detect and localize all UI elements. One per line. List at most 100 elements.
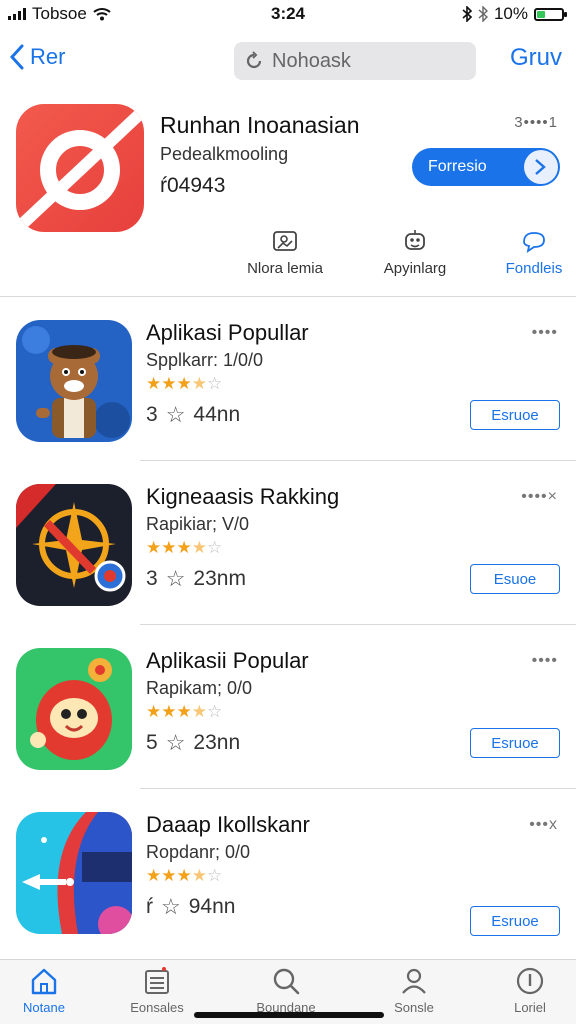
status-right: 10% (462, 4, 567, 24)
app-size: 44nn (193, 403, 241, 426)
tab-label: Eonsales (130, 1000, 184, 1015)
battery-percent: 10% (493, 4, 528, 23)
bear-character-icon (16, 320, 132, 442)
app-name: Aplikasi Popullar (146, 320, 309, 345)
tab-label: Notane (23, 1000, 65, 1015)
app-name: Aplikasii Popular (146, 648, 309, 673)
list-item[interactable]: Kigneaasis Rakking Rapikiar; V/0 ★★★★☆ 3… (0, 484, 576, 624)
more-icon[interactable]: ••••× (521, 488, 558, 506)
home-indicator (194, 1012, 384, 1018)
app-size: 23nn (193, 731, 241, 754)
back-button[interactable]: Rer (10, 44, 65, 70)
action-chat[interactable]: Fondleis (492, 228, 576, 277)
photo-icon (273, 231, 297, 251)
action-photos[interactable]: Nlora lemia (230, 228, 340, 277)
share-button[interactable]: Gruv (510, 44, 562, 72)
star-rating: ★★★★☆ (146, 538, 223, 557)
featured-app-title: Runhan Inoanasian (160, 112, 360, 138)
tab-search[interactable]: Boundane (236, 966, 336, 1015)
app-meta: 3 ☆ 44nn (146, 402, 240, 428)
featured-app-icon[interactable] (16, 104, 144, 232)
app-subtitle: Ropdanr; 0/0 (146, 842, 251, 862)
tab-profile[interactable]: Sonsle (364, 966, 464, 1015)
search-icon (273, 968, 300, 995)
star-outline-icon: ☆ (165, 566, 186, 591)
app-meta: 5 ☆ 23nn (146, 730, 240, 756)
app-subtitle: Spplkarr: 1/0/0 (146, 350, 264, 370)
bluetooth-icon (462, 6, 472, 22)
home-icon (31, 968, 57, 995)
featured-action-label: Forresio (428, 158, 487, 175)
star-rating: ★★★★☆ (146, 866, 223, 885)
meta-prefix: ŕ (146, 895, 153, 918)
featured-actions: Nlora lemia Apyinlarg Fondleis (230, 228, 576, 288)
more-icon[interactable]: •••x (529, 816, 558, 834)
bluetooth-icon (478, 6, 488, 22)
app-size: 94nn (188, 895, 236, 918)
app-size: 23nm (193, 567, 246, 590)
featured-app: Runhan Inoanasian Pedealkmooling ŕ04943 … (0, 100, 576, 296)
tab-list[interactable]: Eonsales (107, 966, 207, 1015)
get-button[interactable]: Esruoe (470, 906, 560, 936)
battery-fill (537, 10, 546, 18)
refresh-icon (246, 51, 262, 69)
list-item[interactable]: Aplikasii Popular Rapikam; 0/0 ★★★★☆ 5 ☆… (0, 648, 576, 788)
back-label: Rer (30, 44, 66, 69)
divider (140, 624, 576, 625)
star-outline-icon: ☆ (161, 894, 181, 919)
racing-game-icon (16, 812, 132, 934)
meta-prefix: 3 (146, 567, 158, 590)
get-button[interactable]: Esruoe (470, 728, 560, 758)
tab-bar: Notane Eonsales Boundane Sonsle Loriel (0, 959, 576, 1024)
nav-bar: Rer Nohoask Gruv (0, 40, 576, 82)
get-button[interactable]: Esuoe (470, 564, 560, 594)
robot-icon (405, 230, 425, 250)
action-label: Nlora lemia (247, 260, 323, 277)
list-item[interactable]: Daaap Ikollskanr Ropdanr; 0/0 ★★★★☆ ŕ ☆ … (0, 812, 576, 952)
app-name: Kigneaasis Rakking (146, 484, 340, 509)
star-rating: ★★★★☆ (146, 702, 223, 721)
star-outline-icon: ☆ (165, 402, 186, 427)
more-icon[interactable]: 3••••1 (514, 114, 558, 131)
share-label: Gruv (509, 44, 562, 71)
featured-app-rating: ŕ04943 (160, 174, 226, 197)
featured-action-button[interactable]: Forresio (412, 148, 560, 186)
no-entry-icon (16, 105, 144, 232)
tab-label: Loriel (514, 1000, 546, 1015)
meta-prefix: 5 (146, 731, 158, 754)
tab-info[interactable]: Loriel (480, 966, 576, 1015)
app-subtitle: Rapikiar; V/0 (146, 514, 250, 534)
battery-icon (534, 7, 567, 21)
app-subtitle: Rapikam; 0/0 (146, 678, 253, 698)
list-item[interactable]: Aplikasi Popullar Spplkarr: 1/0/0 ★★★★☆ … (0, 320, 576, 460)
divider (0, 296, 576, 297)
meta-prefix: 3 (146, 403, 158, 426)
app-meta: 3 ☆ 23nm (146, 566, 246, 592)
app-meta: ŕ ☆ 94nn (146, 894, 235, 920)
more-icon[interactable]: •••• (532, 324, 558, 342)
app-name: Daaap Ikollskanr (146, 812, 310, 837)
person-icon (402, 968, 426, 994)
divider (140, 460, 576, 461)
compass-game-icon (16, 484, 132, 606)
tab-label: Sonsle (394, 1000, 434, 1015)
tab-home[interactable]: Notane (0, 966, 94, 1015)
featured-app-subtitle: Pedealkmooling (160, 144, 289, 164)
get-button[interactable]: Esruoe (470, 400, 560, 430)
action-robot[interactable]: Apyinlarg (360, 228, 470, 277)
star-outline-icon: ☆ (165, 730, 186, 755)
star-rating: ★★★★☆ (146, 374, 223, 393)
chevron-left-icon (10, 44, 24, 70)
action-label: Fondleis (505, 260, 563, 277)
divider (140, 788, 576, 789)
info-icon (516, 967, 544, 995)
list-icon (145, 967, 169, 994)
chevron-right-icon (524, 150, 558, 184)
search-field[interactable]: Nohoask (234, 42, 476, 80)
action-label: Apyinlarg (383, 260, 447, 277)
red-mascot-icon (16, 648, 132, 770)
more-icon[interactable]: •••• (532, 652, 558, 670)
search-placeholder: Nohoask (272, 49, 351, 72)
status-bar: Tobsoe 3:24 10% (0, 0, 576, 28)
chat-bubble-icon (523, 232, 545, 253)
